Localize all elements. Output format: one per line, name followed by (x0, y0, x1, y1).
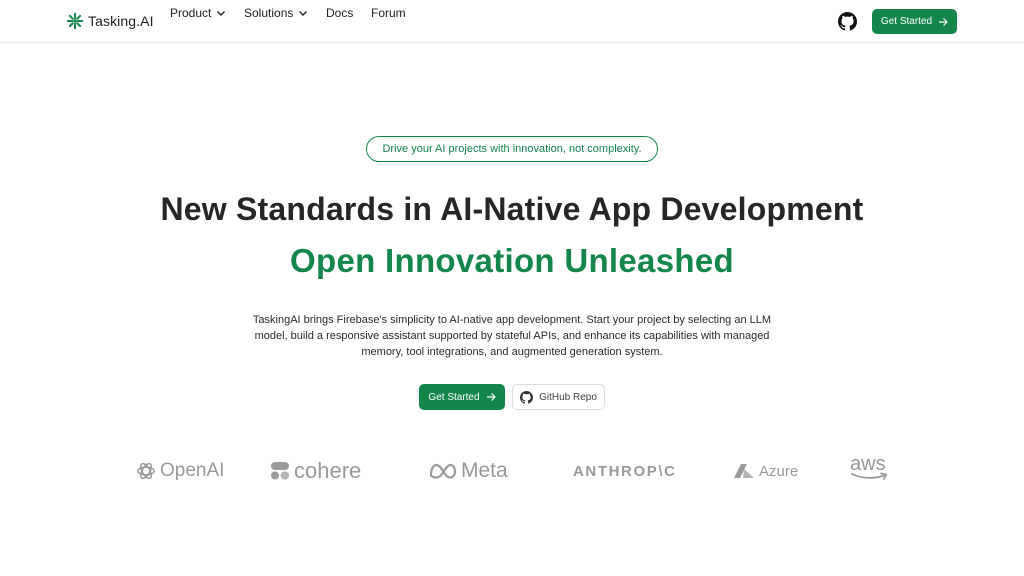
openai-wordmark: OpenAI (160, 460, 225, 481)
menu-item-label: Docs (326, 6, 354, 20)
hero-headline: New Standards in AI-Native App Developme… (160, 191, 864, 227)
hero-description: TaskingAI brings Firebase's simplicity t… (252, 314, 772, 358)
github-repo-button[interactable]: GitHub Repo (512, 384, 605, 410)
menu-item-forum[interactable]: Forum (371, 6, 406, 20)
menu-item-product[interactable]: Product (170, 6, 226, 20)
tasking-ai-logo-icon (66, 12, 84, 30)
meta-infinity-icon (429, 463, 457, 479)
openai-icon (137, 462, 155, 480)
meta-logo: Meta (428, 456, 508, 486)
menu-item-docs[interactable]: Docs (326, 6, 353, 20)
github-icon (520, 390, 534, 404)
aws-logo: aws (850, 453, 890, 485)
anthropic-logo: ANTHROP\C (573, 456, 677, 486)
menu-item-label: Solutions (244, 6, 294, 20)
hero-subheadline: Open Innovation Unleashed (290, 242, 734, 279)
button-label: Get Started (880, 16, 933, 27)
openai-logo: OpenAI (135, 456, 224, 486)
menu-item-solutions[interactable]: Solutions (244, 6, 308, 20)
anthropic-wordmark: ANTHROP\C (573, 462, 677, 480)
chevron-down-icon (217, 11, 226, 16)
azure-icon (734, 464, 754, 478)
meta-wordmark: Meta (461, 459, 508, 482)
arrow-right-icon (486, 393, 496, 401)
top-navbar: Tasking.AI Product Solutions Docs Forum … (0, 0, 1024, 43)
azure-logo: Azure (733, 456, 798, 486)
cohere-logo: cohere (270, 456, 361, 486)
arrow-right-icon (939, 17, 948, 26)
aws-wordmark: aws (850, 453, 886, 475)
button-label: GitHub Repo (539, 391, 597, 403)
aws-smile-icon (851, 472, 888, 480)
cohere-icon (271, 462, 289, 480)
tagline-pill: Drive your AI projects with innovation, … (366, 136, 658, 162)
cohere-wordmark: cohere (294, 458, 362, 483)
brand-name: Tasking.AI (88, 13, 154, 29)
hero-get-started-button[interactable]: Get Started (419, 384, 505, 410)
nav-get-started-button[interactable]: Get Started (872, 9, 957, 34)
github-icon[interactable] (838, 12, 857, 31)
brand-logo-link[interactable]: Tasking.AI (66, 11, 154, 31)
button-label: Get Started (428, 391, 480, 403)
chevron-down-icon (299, 11, 308, 16)
menu-item-label: Forum (371, 6, 406, 20)
azure-wordmark: Azure (759, 462, 799, 480)
menu-item-label: Product (170, 6, 212, 20)
tagline-text: Drive your AI projects with innovation, … (382, 143, 642, 155)
